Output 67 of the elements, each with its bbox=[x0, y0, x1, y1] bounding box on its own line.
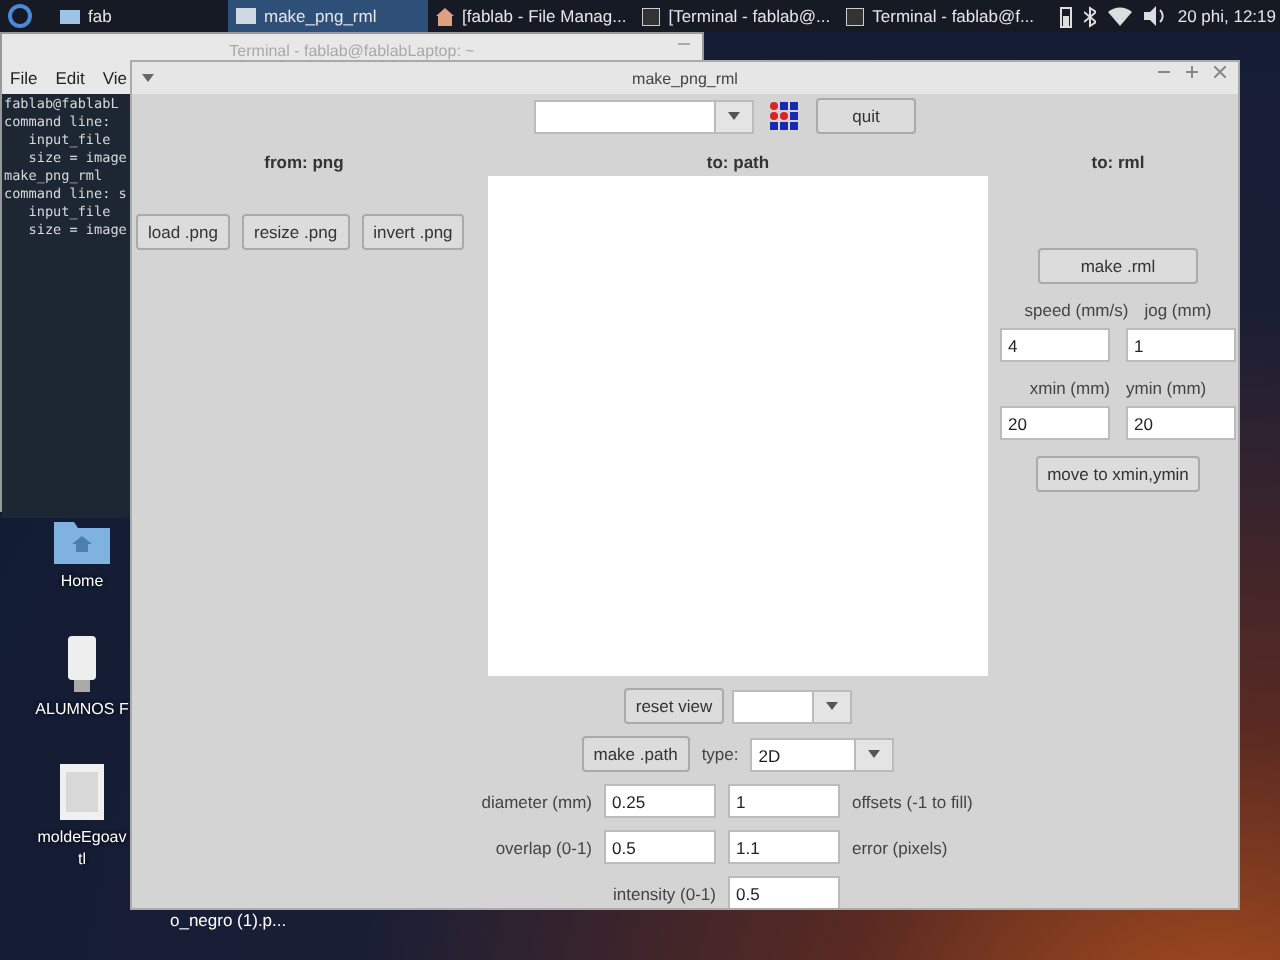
image-file-icon bbox=[59, 764, 104, 820]
png-button[interactable]: invert .png bbox=[361, 214, 465, 250]
desktop-icon-label[interactable]: ALUMNOS F bbox=[35, 698, 129, 720]
png-button[interactable]: resize .png bbox=[241, 214, 350, 250]
parameter-label: intensity (0-1) bbox=[611, 883, 716, 903]
quit-button[interactable]: quit bbox=[816, 98, 916, 134]
minimize-icon[interactable] bbox=[1158, 66, 1170, 78]
grid-logo-icon bbox=[770, 102, 800, 130]
parameter-label: error (pixels) bbox=[852, 837, 950, 857]
input-field[interactable]: 0.25 bbox=[604, 784, 716, 818]
app-menu-icon[interactable] bbox=[8, 4, 32, 28]
make-path-button[interactable]: make .path bbox=[581, 736, 690, 772]
input-field[interactable]: 20 bbox=[1000, 406, 1110, 440]
volume-icon[interactable] bbox=[1143, 6, 1166, 26]
input-field[interactable]: 0.5 bbox=[604, 830, 716, 864]
battery-icon[interactable] bbox=[1059, 5, 1072, 27]
close-icon[interactable] bbox=[1214, 66, 1226, 78]
dropdown-arrow-icon bbox=[826, 702, 839, 710]
type-label: type: bbox=[701, 744, 739, 764]
taskbar-button[interactable]: Terminal - fablab@f... bbox=[838, 0, 1043, 32]
menu-item[interactable]: File bbox=[10, 68, 38, 92]
window-icon bbox=[236, 8, 256, 24]
home-folder-icon bbox=[54, 516, 110, 564]
field-label: speed (mm/s) bbox=[1024, 300, 1129, 320]
input-field[interactable]: 20 bbox=[1126, 406, 1236, 440]
input-field[interactable]: 4 bbox=[1000, 328, 1110, 362]
maximize-icon[interactable] bbox=[1186, 66, 1198, 78]
taskbar-button[interactable]: [Terminal - fablab@... bbox=[634, 0, 839, 32]
input-field[interactable]: 1.1 bbox=[728, 830, 840, 864]
wifi-icon[interactable] bbox=[1107, 6, 1132, 26]
home-icon bbox=[436, 7, 454, 25]
section-heading: to: path bbox=[706, 152, 770, 176]
reset-view-button[interactable]: reset view bbox=[623, 688, 725, 724]
field-label: xmin (mm) bbox=[1029, 378, 1110, 398]
field-label: ymin (mm) bbox=[1126, 378, 1207, 398]
parameter-label: overlap (0-1) bbox=[493, 837, 592, 857]
dropdown-arrow-icon bbox=[868, 750, 881, 758]
terminal-icon bbox=[642, 7, 661, 25]
move-button[interactable]: move to xmin,ymin bbox=[1035, 456, 1201, 492]
parameter-label: diameter (mm) bbox=[479, 791, 592, 811]
type-dropdown[interactable]: 2D bbox=[750, 737, 895, 771]
input-field[interactable]: 1 bbox=[728, 784, 840, 818]
section-heading: to: rml bbox=[1091, 152, 1145, 176]
taskbar-button[interactable]: [fablab - File Manag... bbox=[428, 0, 635, 32]
taskbar-button[interactable]: fab bbox=[52, 0, 228, 32]
window-title: Terminal - fablab@fablabLaptop: ~ bbox=[229, 41, 475, 59]
png-button[interactable]: load .png bbox=[136, 214, 230, 250]
clock[interactable]: 20 phi, 12:19 bbox=[1177, 6, 1276, 26]
input-field[interactable]: 0.5 bbox=[728, 876, 840, 908]
taskbar-button[interactable]: make_png_rml bbox=[228, 0, 428, 32]
window-menu-icon[interactable] bbox=[142, 74, 154, 82]
bluetooth-icon[interactable] bbox=[1083, 5, 1096, 27]
input-field[interactable]: 1 bbox=[1126, 328, 1236, 362]
menu-item[interactable]: Vie bbox=[102, 68, 127, 92]
desktop-icon-label[interactable]: moldeEgoav tl bbox=[37, 826, 127, 870]
make-rml-button[interactable]: make .rml bbox=[1038, 248, 1198, 284]
desktop-icon-label[interactable]: o_negro (1).p... bbox=[170, 910, 287, 930]
usb-drive-icon bbox=[67, 636, 96, 692]
parameter-label: offsets (-1 to fill) bbox=[852, 791, 975, 811]
folder-icon bbox=[60, 8, 80, 24]
window-title: make_png_rml bbox=[632, 69, 738, 87]
field-label: jog (mm) bbox=[1144, 300, 1212, 320]
dropdown-arrow-icon bbox=[728, 112, 740, 120]
menu-item[interactable]: Edit bbox=[55, 68, 85, 92]
section-heading: from: png bbox=[264, 152, 344, 176]
desktop-icon-label[interactable]: Home bbox=[60, 570, 104, 592]
terminal-icon bbox=[846, 7, 865, 25]
